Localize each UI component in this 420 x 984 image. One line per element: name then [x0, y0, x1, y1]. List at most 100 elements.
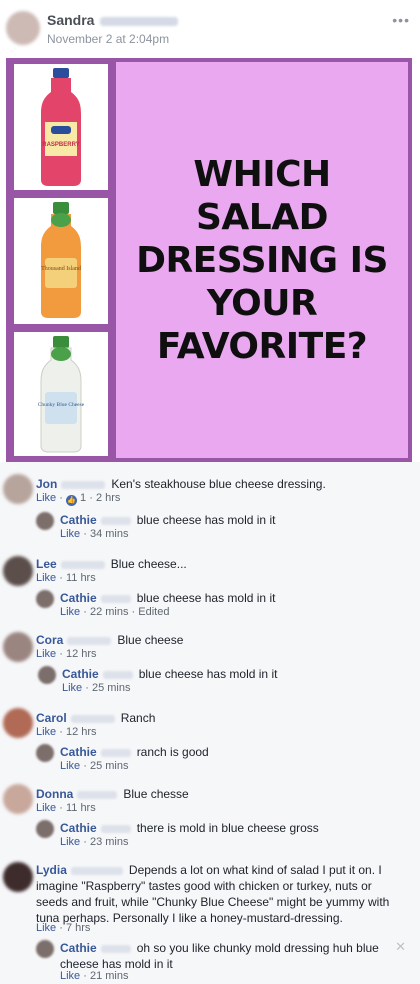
headline-line-4: YOUR — [206, 282, 318, 324]
blurred-surname — [70, 866, 123, 875]
like-link[interactable]: Like — [60, 528, 80, 540]
commenter-avatar[interactable] — [3, 708, 33, 738]
commenter-name[interactable]: Cora — [36, 633, 63, 647]
reply-time[interactable]: 25 mins — [92, 682, 131, 694]
like-link[interactable]: Like — [36, 648, 56, 660]
like-link[interactable]: Like — [60, 970, 80, 982]
reply-meta: Like · 21 mins — [60, 970, 129, 982]
author-avatar[interactable] — [6, 11, 40, 45]
blurred-surname — [77, 790, 118, 799]
comment-item: Lydia Depends a lot on what kind of salad… — [36, 862, 398, 926]
headline-line-2: SALAD — [196, 196, 328, 238]
post-image[interactable]: RASPBERRY Thousand Island Chunky Blue Ch… — [6, 58, 412, 462]
post-author[interactable]: Sandra — [47, 12, 179, 28]
like-link[interactable]: Like — [60, 606, 80, 618]
reply-time[interactable]: 22 mins — [90, 606, 129, 618]
reply-time[interactable]: 25 mins — [90, 760, 129, 772]
blurred-surname — [100, 944, 131, 953]
reply-time[interactable]: 34 mins — [90, 528, 129, 540]
comment-meta: Like · 12 hrs — [36, 648, 97, 660]
comment-text: Ranch — [120, 711, 156, 725]
blurred-surname — [100, 16, 179, 26]
commenter-avatar[interactable] — [3, 474, 33, 504]
reply-item: Cathie blue cheese has mold in it — [62, 666, 402, 682]
blurred-surname — [60, 560, 105, 569]
comment-item: Donna Blue chesse — [36, 786, 406, 802]
like-link[interactable]: Like — [36, 492, 56, 504]
commenter-avatar[interactable] — [3, 632, 33, 662]
reply-item: Cathie oh so you like chunky mold dressin… — [60, 940, 386, 972]
reply-item: Cathie blue cheese has mold in it — [60, 590, 400, 606]
like-link[interactable]: Like — [60, 836, 80, 848]
reply-meta: Like · 23 mins — [60, 836, 129, 848]
reply-name[interactable]: Cathie — [60, 591, 97, 605]
more-options-icon[interactable]: ••• — [392, 12, 410, 28]
comment-time[interactable]: 12 hrs — [66, 648, 97, 660]
like-link[interactable]: Like — [60, 760, 80, 772]
edited-link[interactable]: Edited — [138, 606, 169, 618]
reply-name[interactable]: Cathie — [62, 667, 99, 681]
commenter-name[interactable]: Carol — [36, 711, 67, 725]
like-link[interactable]: Like — [36, 572, 56, 584]
headline-text: WHICH SALAD DRESSING IS YOUR FAVORITE? — [136, 153, 388, 368]
blurred-surname — [100, 748, 131, 757]
reply-name[interactable]: Cathie — [60, 821, 97, 835]
like-link[interactable]: Like — [36, 726, 56, 738]
blurred-surname — [67, 636, 112, 645]
comment-time[interactable]: 11 hrs — [66, 572, 96, 584]
comment-meta: Like · 11 hrs — [36, 802, 96, 814]
blue-cheese-bottle-image: Chunky Blue Cheese — [38, 336, 85, 453]
blurred-surname — [100, 594, 131, 603]
reaction-count[interactable]: 1 — [80, 492, 86, 504]
blurred-surname — [61, 480, 106, 489]
like-link[interactable]: Like — [36, 922, 56, 934]
like-link[interactable]: Like — [36, 802, 56, 814]
like-link[interactable]: Like — [62, 682, 82, 694]
comment-item: Carol Ranch — [36, 710, 406, 726]
comment-text: Blue cheese... — [110, 557, 187, 571]
commenter-name[interactable]: Lee — [36, 557, 57, 571]
bottle-panel-raspberry: RASPBERRY — [14, 64, 108, 190]
reply-avatar[interactable] — [36, 512, 54, 530]
comment-meta: Like · 11 hrs — [36, 572, 96, 584]
commenter-avatar[interactable] — [3, 556, 33, 586]
reply-text: blue cheese has mold in it — [138, 667, 278, 681]
comment-time[interactable]: 7 hrs — [66, 922, 90, 934]
commenter-name[interactable]: Donna — [36, 787, 73, 801]
commenter-name[interactable]: Lydia — [36, 863, 67, 877]
reply-text: there is mold in blue cheese gross — [136, 821, 319, 835]
reply-name[interactable]: Cathie — [60, 745, 97, 759]
reply-name[interactable]: Cathie — [60, 941, 97, 955]
reply-name[interactable]: Cathie — [60, 513, 97, 527]
reply-avatar[interactable] — [36, 940, 54, 958]
comment-time[interactable]: 12 hrs — [66, 726, 97, 738]
reply-time[interactable]: 23 mins — [90, 836, 129, 848]
commenter-avatar[interactable] — [3, 862, 33, 892]
reply-avatar[interactable] — [36, 744, 54, 762]
blurred-surname — [70, 714, 115, 723]
bottle-panel-blue-cheese: Chunky Blue Cheese — [14, 332, 108, 456]
commenter-name[interactable]: Jon — [36, 477, 57, 491]
thousand-island-label: Thousand Island — [41, 266, 81, 272]
post-timestamp[interactable]: November 2 at 2:04pm — [47, 32, 169, 46]
comment-time[interactable]: 2 hrs — [96, 492, 120, 504]
reply-avatar[interactable] — [36, 590, 54, 608]
comment-time[interactable]: 11 hrs — [66, 802, 96, 814]
reply-meta: Like · 25 mins — [62, 682, 131, 694]
headline-line-1: WHICH — [193, 153, 331, 195]
thousand-island-bottle-image: Thousand Island — [41, 202, 81, 318]
comment-meta: Like · 7 hrs — [36, 922, 91, 934]
comment-meta: Like · 12 hrs — [36, 726, 97, 738]
reply-item: Cathie ranch is good — [60, 744, 400, 760]
comment-text: Blue cheese — [117, 633, 184, 647]
reply-time[interactable]: 21 mins — [90, 970, 129, 982]
commenter-avatar[interactable] — [3, 784, 33, 814]
close-icon[interactable]: ✕ — [395, 939, 406, 955]
like-reaction-icon: 👍 — [65, 495, 77, 506]
reply-text: blue cheese has mold in it — [136, 591, 276, 605]
reply-avatar[interactable] — [38, 666, 56, 684]
comment-item: Jon Ken's steakhouse blue cheese dressing… — [36, 476, 406, 492]
reply-avatar[interactable] — [36, 820, 54, 838]
blurred-surname — [100, 824, 131, 833]
headline-line-5: FAVORITE? — [156, 325, 368, 367]
